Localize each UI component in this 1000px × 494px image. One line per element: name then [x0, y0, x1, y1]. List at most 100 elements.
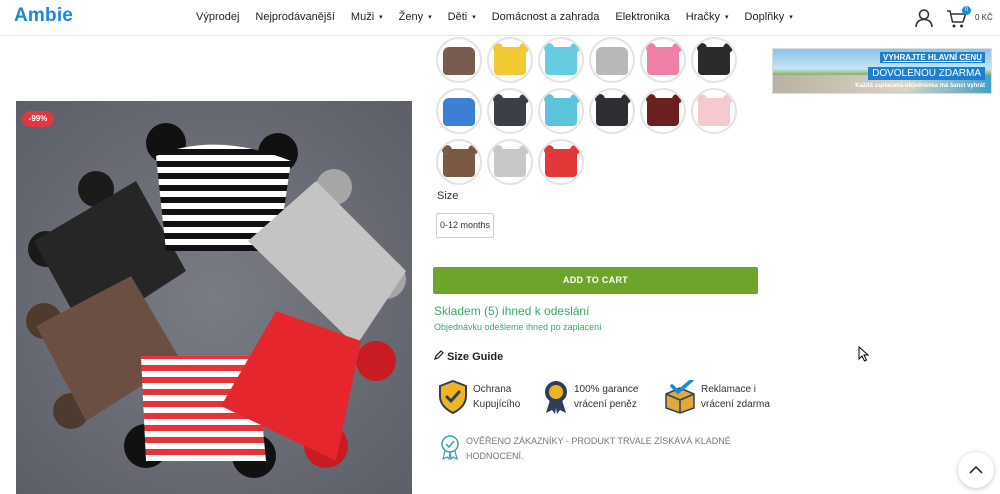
swatch-hat-ear — [493, 43, 503, 53]
banner-headline: VYHRAJTE HLAVNÍ CENU — [880, 52, 985, 63]
size-option-0-12-months[interactable]: 0-12 months — [436, 213, 494, 238]
trust-line2: Kupujícího — [473, 399, 521, 410]
nav-item-label: Elektronika — [615, 11, 670, 23]
mouse-cursor-icon — [858, 346, 870, 362]
color-swatch-10[interactable] — [640, 88, 686, 134]
nav-item-1[interactable]: Nejprodávanější — [255, 11, 335, 23]
promo-banner[interactable]: VYHRAJTE HLAVNÍ CENU DOVOLENOU ZDARMA Ka… — [772, 48, 992, 94]
color-swatch-3[interactable] — [589, 37, 635, 83]
trust-badge-free-returns: Reklamace i vrácení zdarma — [664, 380, 770, 414]
swatch-hat-ear — [570, 94, 580, 104]
trust-line1: Reklamace i — [701, 384, 757, 395]
shipping-note: Objednávku odešleme ihned po zaplacení — [434, 322, 602, 332]
swatch-hat — [443, 47, 475, 75]
swatch-hat-ear — [519, 94, 529, 104]
color-swatch-13[interactable] — [487, 139, 533, 185]
swatch-hat-ear — [468, 145, 478, 155]
swatch-hat-ear — [621, 94, 631, 104]
color-swatch-7[interactable] — [487, 88, 533, 134]
trust-line2: vrácení zdarma — [701, 399, 770, 410]
nav-item-8[interactable]: Doplňky ▾ — [745, 11, 793, 23]
banner-subheadline: DOVOLENOU ZDARMA — [868, 67, 985, 80]
swatch-hat-ear — [519, 43, 529, 53]
product-image[interactable] — [16, 101, 412, 494]
nav-item-label: Výprodej — [196, 11, 240, 23]
nav-item-5[interactable]: Domácnost a zahrada — [492, 11, 600, 23]
add-to-cart-button[interactable]: ADD TO CART — [433, 267, 758, 294]
swatch-hat-ear — [493, 94, 503, 104]
swatch-hat-ear — [723, 94, 733, 104]
nav-item-2[interactable]: Muži ▾ — [351, 11, 383, 23]
nav-item-6[interactable]: Elektronika — [615, 11, 669, 23]
shield-check-icon — [439, 380, 467, 414]
swatch-hat — [596, 47, 628, 75]
swatch-hat-ear — [493, 145, 503, 155]
cart-count-badge: 0 — [962, 6, 971, 15]
size-guide-label: Size Guide — [447, 351, 504, 363]
swatch-hat-ear — [646, 94, 656, 104]
swatch-hat-ear — [544, 43, 554, 53]
chevron-up-icon — [969, 465, 983, 474]
swatch-hat-ear — [595, 94, 605, 104]
nav-item-7[interactable]: Hračky ▾ — [686, 11, 729, 23]
color-swatch-1[interactable] — [487, 37, 533, 83]
nav-item-0[interactable]: Výprodej — [196, 11, 239, 23]
swatch-hat-ear — [697, 43, 707, 53]
medal-icon — [545, 381, 567, 414]
verified-badge-icon — [441, 435, 459, 460]
swatch-hat-ear — [723, 43, 733, 53]
cart-total[interactable]: 0 KČ — [975, 13, 993, 22]
color-swatch-0[interactable] — [436, 37, 482, 83]
nav-item-4[interactable]: Děti ▾ — [448, 11, 476, 23]
trust-line1: 100% garance — [574, 384, 639, 395]
scroll-to-top-button[interactable] — [958, 452, 994, 488]
box-check-icon — [665, 380, 695, 414]
verified-by-customers: OVĚŘENO ZÁKAZNÍKY - PRODUKT TRVALE ZÍSKÁ… — [440, 434, 760, 464]
nav-item-label: Doplňky — [744, 11, 785, 23]
color-swatch-9[interactable] — [589, 88, 635, 134]
swatch-hat-ear — [646, 43, 656, 53]
color-swatch-12[interactable] — [436, 139, 482, 185]
nav-item-label: Muži — [350, 11, 375, 23]
nav-item-label: Ženy — [398, 11, 424, 23]
site-logo[interactable]: Ambie — [14, 5, 73, 27]
trust-line1: Ochrana — [473, 384, 512, 395]
nav-item-label: Děti — [447, 11, 468, 23]
color-swatch-11[interactable] — [691, 88, 737, 134]
size-label: Size — [437, 190, 459, 202]
swatch-hat-ear — [672, 43, 682, 53]
chevron-down-icon: ▾ — [472, 14, 476, 21]
trust-badge-money-back: 100% garance vrácení peněz — [543, 380, 639, 414]
swatch-hat — [443, 98, 475, 126]
nav-item-label: Nejprodávanější — [255, 11, 335, 23]
verified-line1: OVĚŘENO ZÁKAZNÍKY - PRODUKT TRVALE ZÍSKÁ… — [466, 436, 731, 446]
swatch-hat-ear — [544, 145, 554, 155]
nav-item-3[interactable]: Ženy ▾ — [399, 11, 432, 23]
swatch-hat-ear — [519, 145, 529, 155]
main-nav: Výprodej Nejprodávanější Muži ▾ Ženy ▾ Děti ▾ Do… — [196, 11, 809, 23]
chevron-down-icon: ▾ — [789, 14, 793, 21]
color-swatch-4[interactable] — [640, 37, 686, 83]
color-swatch-5[interactable] — [691, 37, 737, 83]
chevron-down-icon: ▾ — [725, 14, 729, 21]
size-guide-link[interactable]: Size Guide — [434, 350, 503, 363]
chevron-down-icon: ▾ — [428, 14, 432, 21]
site-header: Ambie Výprodej Nejprodávanější Muži ▾ Ženy ▾ D… — [0, 0, 1000, 36]
swatch-hat-ear — [570, 145, 580, 155]
color-swatch-6[interactable] — [436, 88, 482, 134]
nav-item-label: Hračky — [685, 11, 721, 23]
swatch-hat-ear — [570, 43, 580, 53]
nav-item-label: Domácnost a zahrada — [491, 11, 600, 23]
color-swatch-14[interactable] — [538, 139, 584, 185]
color-swatch-8[interactable] — [538, 88, 584, 134]
banner-note: Každá zaplacená objednávka má šanci vyhr… — [855, 83, 985, 89]
user-account-icon[interactable] — [914, 8, 934, 28]
swatch-hat-ear — [544, 94, 554, 104]
pencil-icon — [434, 350, 444, 360]
color-swatch-2[interactable] — [538, 37, 584, 83]
chevron-down-icon: ▾ — [379, 14, 383, 21]
trust-line2: vrácení peněz — [574, 399, 637, 410]
stock-status: Skladem (5) ihned k odeslání — [434, 304, 590, 318]
trust-badge-buyer-protection: Ochrana Kupujícího — [438, 380, 520, 414]
swatch-hat-ear — [442, 145, 452, 155]
